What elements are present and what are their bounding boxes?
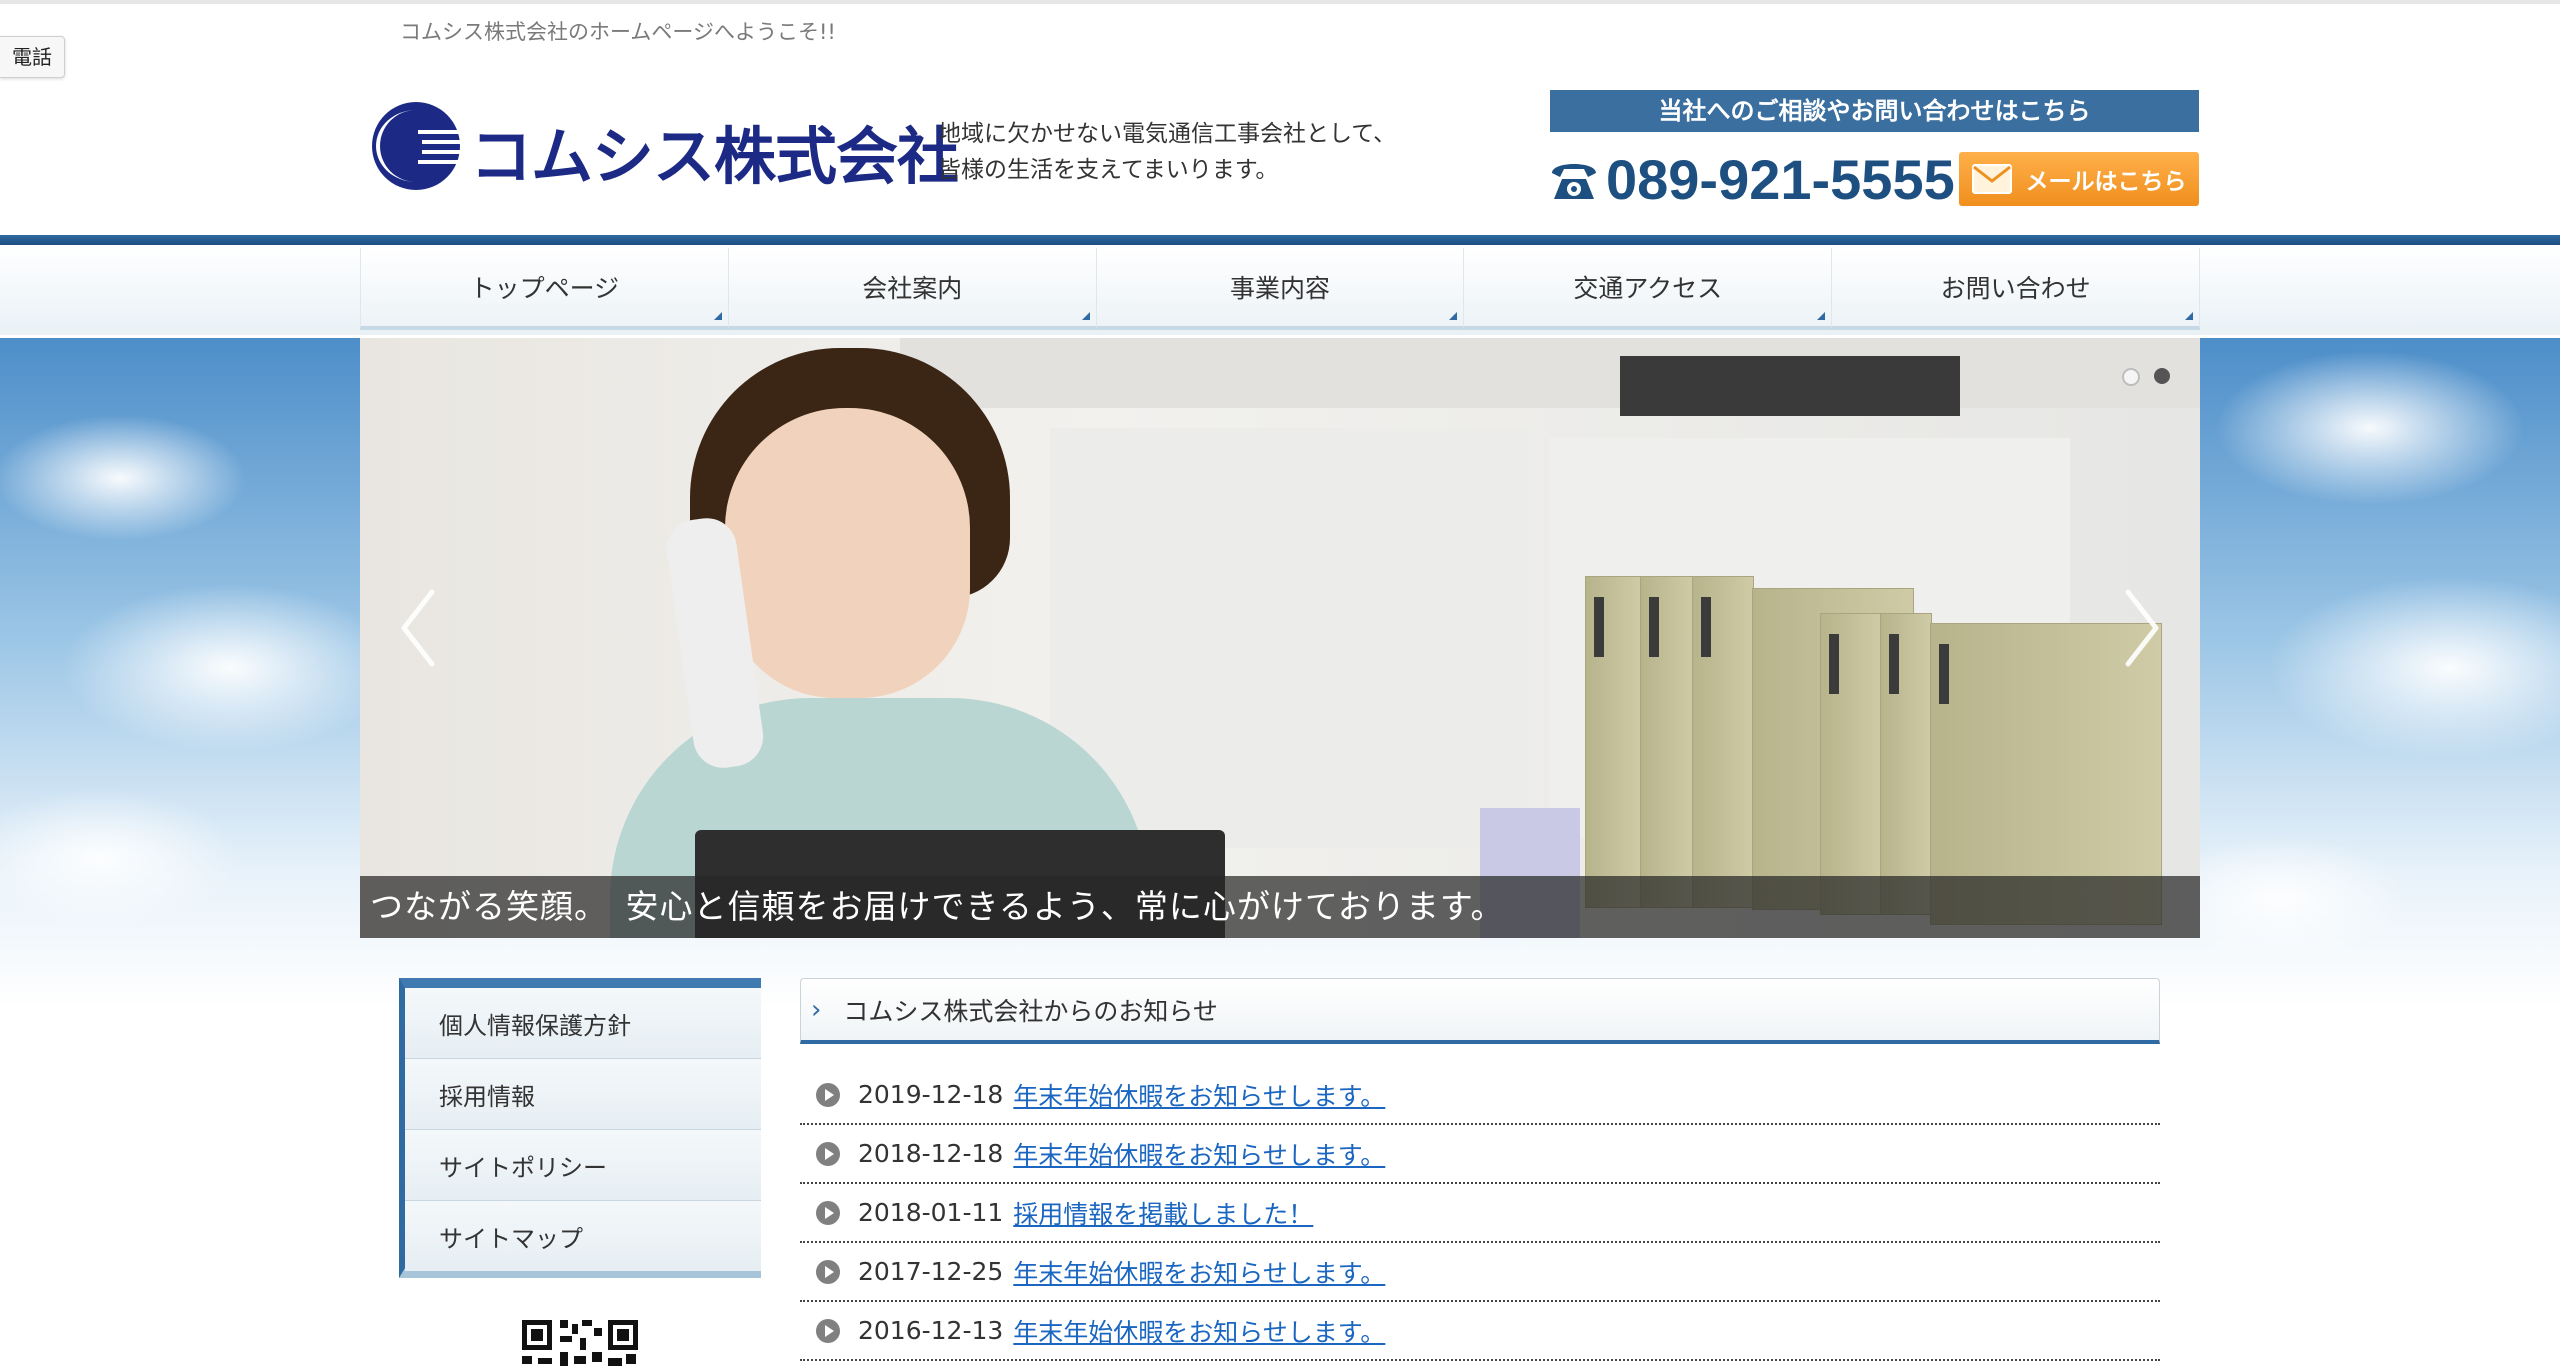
sidebar-item-privacy[interactable]: 個人情報保護方針: [405, 988, 761, 1059]
mail-button-label: メールはこちら: [2025, 169, 2187, 195]
nav-label: お問い合わせ: [1940, 274, 2091, 303]
binder-label: [1939, 644, 1949, 704]
logo-mark-icon: [372, 102, 462, 190]
nav-corner-icon: [2184, 312, 2193, 320]
printer: [1620, 356, 1960, 416]
news-item: 2018-12-18 年末年始休暇をお知らせします。: [800, 1125, 2160, 1184]
contact-banner: 当社へのご相談やお問い合わせはこちら: [1550, 90, 2199, 132]
shelf: [900, 338, 2200, 408]
sidebar-item-sitemap[interactable]: サイトマップ: [405, 1201, 761, 1271]
company-name: コムシス株式会社: [470, 123, 959, 192]
nav-corner-icon: [1817, 312, 1826, 320]
nav-label: トップページ: [469, 274, 620, 303]
chevron-left-icon[interactable]: [398, 588, 438, 668]
sidebar-item-recruit[interactable]: 採用情報: [405, 1059, 761, 1130]
sidebar-item-label: 採用情報: [439, 1082, 535, 1111]
play-bullet-icon: [816, 1259, 840, 1284]
qr-code-icon: [520, 1318, 640, 1370]
binder-label: [1594, 597, 1604, 657]
mail-button[interactable]: メールはこちら: [1959, 152, 2199, 206]
news-title: コムシス株式会社からのお知らせ: [843, 996, 1218, 1026]
play-bullet-icon: [816, 1318, 840, 1343]
sidebar-item-label: 個人情報保護方針: [439, 1011, 631, 1040]
nav-corner-icon: [713, 312, 722, 320]
binder-label: [1889, 634, 1899, 694]
news-item: 2016-12-13 年末年始休暇をお知らせします。: [800, 1302, 2160, 1361]
news-date: 2019-12-18: [858, 1080, 1004, 1109]
news-link[interactable]: 採用情報を掲載しました！: [1013, 1195, 1313, 1231]
news-date: 2016-12-13: [858, 1316, 1004, 1345]
phone-number-text: 089-921-5555: [1606, 147, 1955, 211]
news-item: 2018-01-11 採用情報を掲載しました！: [800, 1184, 2160, 1243]
news-link[interactable]: 年末年始休暇をお知らせします。: [1013, 1136, 1385, 1172]
news-date: 2017-12-25: [858, 1257, 1004, 1286]
binder-label: [1701, 597, 1711, 657]
binder: [1692, 576, 1754, 908]
binder: [1585, 576, 1642, 908]
slider-caption: つながる笑顔。 安心と信頼をお届けできるよう、常に心がけております。: [360, 876, 2200, 938]
sidebar-item-site-policy[interactable]: サイトポリシー: [405, 1130, 761, 1201]
binder: [1820, 613, 1882, 915]
nav-corner-icon: [1081, 312, 1090, 320]
tagline-line-2: 皆様の生活を支えてまいります。: [938, 157, 1279, 183]
slider-dot-1[interactable]: [2122, 368, 2140, 386]
nav-top-bar: [0, 235, 2560, 245]
hero-slider[interactable]: つながる笑顔。 安心と信頼をお届けできるよう、常に心がけております。: [360, 338, 2200, 938]
sidebar-item-label: サイトポリシー: [439, 1153, 607, 1182]
main-nav: トップページ 会社案内 事業内容 交通アクセス お問い合わせ: [360, 248, 2200, 330]
binder: [1880, 613, 1932, 915]
binder-label: [1649, 597, 1659, 657]
nav-item-company[interactable]: 会社案内: [727, 248, 1096, 330]
tagline: 地域に欠かせない電気通信工事会社として、 皆様の生活を支えてまいります。: [938, 116, 1396, 188]
phone-tab-button[interactable]: 電話: [0, 36, 65, 78]
nav-item-contact[interactable]: お問い合わせ: [1831, 248, 2200, 330]
nav-item-top[interactable]: トップページ: [360, 248, 728, 330]
news-header: › コムシス株式会社からのお知らせ: [800, 978, 2160, 1044]
telephone-icon: [1552, 164, 1596, 199]
top-border: [0, 0, 2560, 4]
slider-pagination: [2122, 368, 2170, 386]
play-bullet-icon: [816, 1200, 840, 1225]
nav-label: 会社案内: [862, 274, 963, 303]
news-date: 2018-12-18: [858, 1139, 1004, 1168]
sidebar-menu: 個人情報保護方針 採用情報 サイトポリシー サイトマップ: [399, 978, 761, 1278]
chevron-right-icon[interactable]: [2122, 588, 2162, 668]
envelope-icon: [1971, 164, 2012, 194]
play-bullet-icon: [816, 1141, 840, 1166]
news-date: 2018-01-11: [858, 1198, 1004, 1227]
cabinet: [1050, 428, 1530, 848]
news-list: 2019-12-18 年末年始休暇をお知らせします。 2018-12-18 年末…: [800, 1066, 2160, 1361]
news-item: 2019-12-18 年末年始休暇をお知らせします。: [800, 1066, 2160, 1125]
binder: [1640, 576, 1694, 908]
nav-label: 事業内容: [1229, 274, 1330, 303]
phone-number[interactable]: 089-921-5555: [1548, 144, 1955, 214]
nav-item-business[interactable]: 事業内容: [1095, 248, 1464, 330]
sidebar-item-label: サイトマップ: [439, 1224, 583, 1253]
nav-item-access[interactable]: 交通アクセス: [1463, 248, 1832, 330]
person-face: [725, 408, 970, 698]
news-link[interactable]: 年末年始休暇をお知らせします。: [1013, 1313, 1385, 1349]
nav-label: 交通アクセス: [1573, 274, 1723, 303]
nav-corner-icon: [1449, 312, 1458, 320]
chevron-right-icon: ›: [811, 994, 822, 1025]
slider-dot-2[interactable]: [2154, 368, 2170, 384]
news-link[interactable]: 年末年始休暇をお知らせします。: [1013, 1254, 1385, 1290]
tagline-line-1: 地域に欠かせない電気通信工事会社として、: [938, 121, 1397, 147]
news-item: 2017-12-25 年末年始休暇をお知らせします。: [800, 1243, 2160, 1302]
company-logo[interactable]: コムシス株式会社: [370, 100, 959, 192]
binder-label: [1829, 634, 1839, 694]
welcome-text: コムシス株式会社のホームページへようこそ!!: [400, 20, 836, 44]
news-link[interactable]: 年末年始休暇をお知らせします。: [1013, 1077, 1385, 1113]
play-bullet-icon: [816, 1082, 840, 1107]
